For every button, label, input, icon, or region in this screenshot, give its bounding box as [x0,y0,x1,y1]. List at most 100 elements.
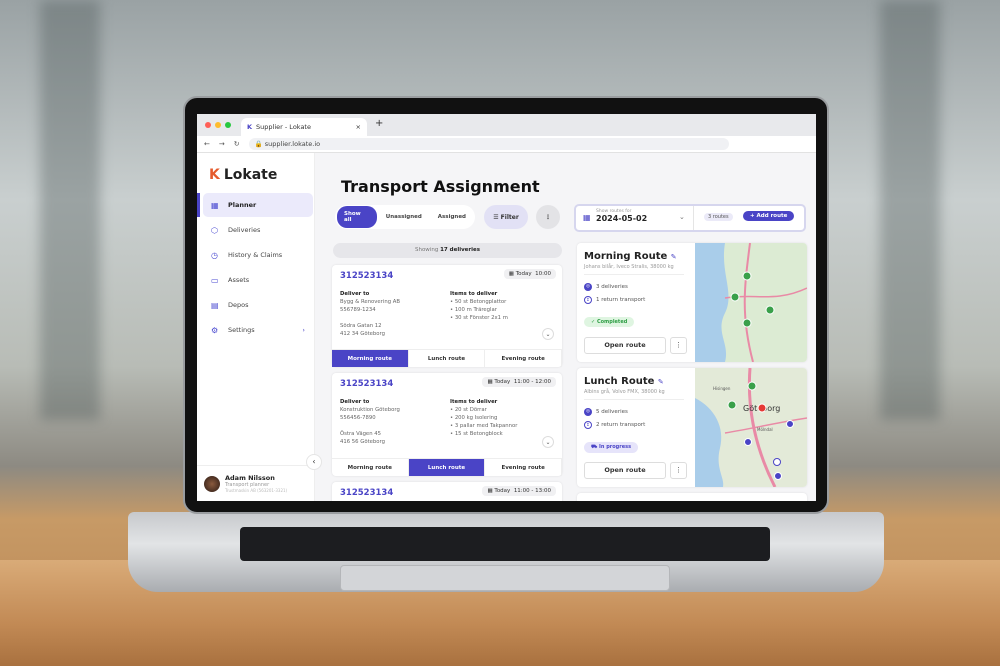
time: 10:00 [535,271,551,277]
morning-route-button[interactable]: Morning route [332,350,409,367]
add-route-label: Add route [756,213,788,219]
status-badge: ⛟ In progress [584,442,639,453]
close-window-button[interactable] [205,122,211,128]
truck-icon: ▭ [211,275,219,285]
forward-icon[interactable]: → [219,140,225,148]
edit-pencil-icon[interactable]: ✎ [658,378,664,386]
map-label: Mölndal [757,427,773,432]
return-icon: ↕ [584,421,592,429]
showing-count: Showing 17 deliveries [333,243,562,258]
route-map[interactable] [695,243,807,362]
history-icon: ◷ [211,250,218,260]
collapse-sidebar-button[interactable]: ‹ [306,454,322,470]
city: 416 56 Göteborg [340,439,385,445]
user-profile[interactable]: Adam Nilsson Transport planner Trustmask… [197,465,315,501]
sidebar-item-deliveries[interactable]: ⬡ Deliveries [203,218,313,242]
filter-button[interactable]: ☰ Filter [484,205,528,229]
route-name: Lunch Route ✎ [584,376,664,387]
route-card: Morning Route ✎ Johans bilår, Iveco Stra… [577,243,807,362]
expand-chevron-icon[interactable]: ⌄ [542,328,554,340]
sidebar-item-planner[interactable]: ▦ Planner [203,193,313,217]
delivery-card[interactable]: 312523134 ▦ Today 10:00 Deliver to Bygg &… [332,265,563,367]
logo-text: Lokate [223,167,278,183]
date-picker[interactable]: Show routes for 2024-05-02 [596,209,647,223]
open-route-button[interactable]: Open route [584,462,666,479]
delivery-time: ▦ Today 11:00 - 13:00 [482,486,556,496]
day: Today [494,488,511,494]
more-options-button[interactable]: ⋮ [536,205,560,229]
filter-label: Filter [500,213,519,221]
deliver-to: Deliver to Konstruktion Göteborg 556456-78… [340,398,400,446]
sliders-icon: ☰ [493,213,501,221]
label: Items to deliver [450,399,498,405]
box-icon: ⬡ [211,225,218,235]
item: 30 st Fönster 2x1 m [454,315,508,321]
nav-label: Depos [228,301,249,309]
url-field[interactable]: 🔒 supplier.lokate.io [248,138,729,150]
failed-stop-marker [757,403,767,413]
delivery-card[interactable]: 312523134 ▦ Today 11:00 - 13:00 [332,482,562,501]
delivery-icon: ◎ [584,283,592,291]
filter-assigned[interactable]: Assigned [431,209,473,225]
user-name: Adam Nilsson [225,474,275,482]
label: Items to deliver [450,291,498,297]
sidebar-item-depos[interactable]: ▤ Depos [203,293,313,317]
routes-header: ▦ Show routes for 2024-05-02 ⌄ 3 routes … [574,204,806,232]
browser-tab[interactable]: K Supplier - Lokate × [241,118,367,136]
lokate-favicon-icon: K [247,123,253,131]
item: 20 st Dörrar [454,407,487,413]
expand-chevron-icon[interactable]: ⌄ [542,436,554,448]
calendar-icon: ▦ [211,200,219,210]
date-value: 2024-05-02 [596,214,648,223]
status-text: Completed [596,319,628,325]
company: Bygg & Renovering AB [340,299,400,305]
route-map[interactable]: Göteborg Hisingen Mölndal [695,368,807,487]
route-title: Lunch Route [584,376,655,387]
route-vehicle: Johans bilår, Iveco Stralis, 38000 kg [584,264,674,270]
item: 200 kg Isolering [454,415,498,421]
lunch-route-button[interactable]: Lunch route [408,459,486,476]
evening-route-button[interactable]: Evening route [485,350,563,367]
logo-mark-icon: K [209,167,220,183]
morning-route-button[interactable]: Morning route [332,459,409,476]
evening-route-button[interactable]: Evening route [485,459,563,476]
delivery-id[interactable]: 312523134 [340,271,393,281]
org: 556789-1234 [340,307,376,313]
nav-label: Assets [228,276,250,284]
route-vehicle: Albins grå, Volvo FMX, 38000 kg [584,389,665,395]
delivery-id[interactable]: 312523134 [340,379,393,389]
sidebar-item-settings[interactable]: ⚙ Settings › [203,318,313,342]
showing-prefix: Showing [414,247,439,253]
chevron-down-icon[interactable]: ⌄ [679,213,685,221]
delivery-id[interactable]: 312523134 [340,488,393,498]
keyboard [240,527,770,561]
close-tab-icon[interactable]: × [356,123,361,131]
gear-icon: ⚙ [211,325,219,335]
edit-pencil-icon[interactable]: ✎ [671,253,677,261]
reload-icon[interactable]: ↻ [234,140,240,148]
sidebar-item-assets[interactable]: ▭ Assets [203,268,313,292]
delivery-card[interactable]: 312523134 ▦ Today 11:00 - 12:00 Deliver … [332,373,563,476]
filter-show-all[interactable]: Show all [337,206,377,228]
avatar [204,475,220,492]
deliver-to: Deliver to Bygg & Renovering AB 556789-123… [340,290,400,338]
filter-unassigned[interactable]: Unassigned [379,209,429,225]
tab-title: Supplier - Lokate [256,123,311,131]
route-name: Morning Route ✎ [584,251,677,262]
sidebar-item-history[interactable]: ◷ History & Claims [203,243,313,267]
nav-label: History & Claims [228,251,283,259]
new-tab-button[interactable]: + [375,118,383,129]
back-icon[interactable]: ← [204,140,210,148]
trackpad [340,565,670,591]
items-to-deliver: Items to deliver • 20 st Dörrar • 200 kg I… [450,399,518,437]
route-more-button[interactable]: ⋮ [670,462,687,479]
open-route-button[interactable]: Open route [584,337,666,354]
route-more-button[interactable]: ⋮ [670,337,687,354]
status-badge: ✓ Completed [584,317,635,327]
screen: K Supplier - Lokate × + ← → ↻ 🔒 supplier… [197,114,816,501]
lunch-route-button[interactable]: Lunch route [409,350,486,367]
minimize-window-button[interactable] [215,122,221,128]
label: Deliver to [340,399,370,405]
maximize-window-button[interactable] [225,122,231,128]
add-route-button[interactable]: + Add route [743,211,795,221]
